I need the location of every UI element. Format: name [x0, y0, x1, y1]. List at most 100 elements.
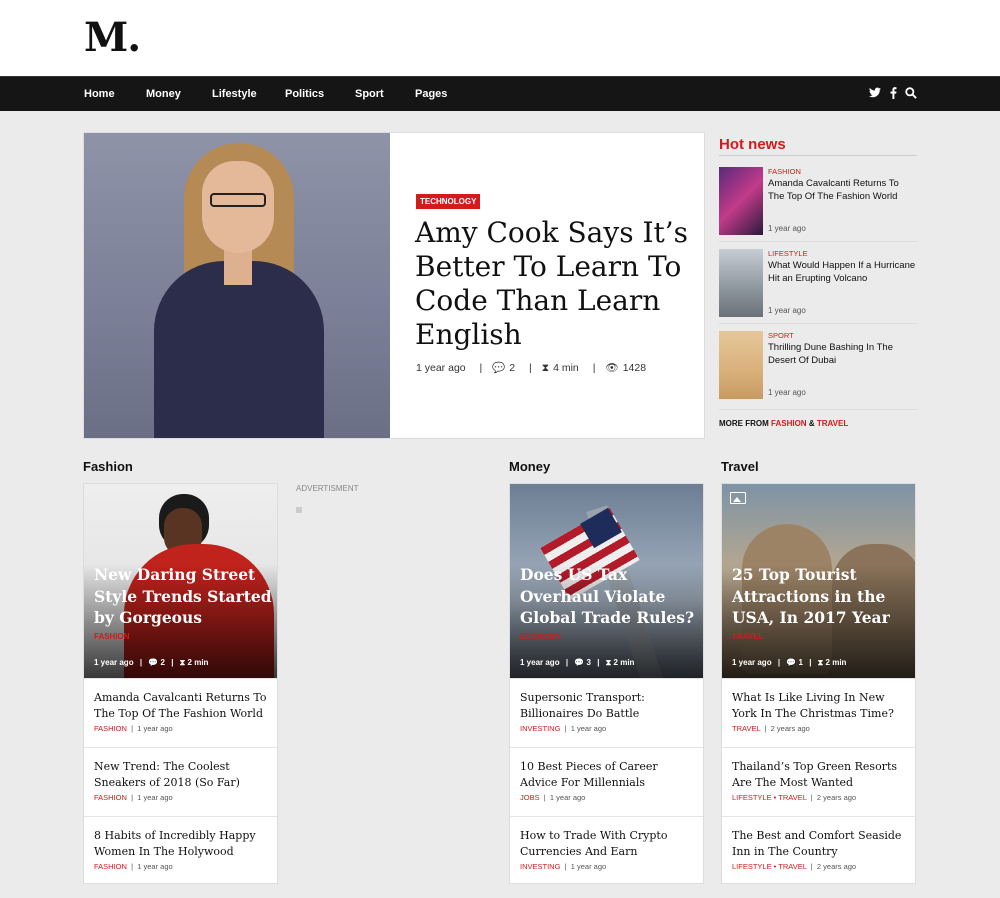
comment-icon: 💬 [148, 658, 159, 667]
hourglass-icon: ⧗ [179, 658, 186, 667]
category-badge[interactable]: TECHNOLOGY [416, 194, 481, 209]
list-time: 1 year ago [137, 724, 173, 733]
list-item[interactable]: What Is Like Living In New York In The C… [722, 678, 915, 746]
nav-pages[interactable]: Pages [415, 88, 447, 100]
image-icon [730, 492, 746, 504]
nav-sport[interactable]: Sport [355, 88, 384, 100]
site-logo[interactable]: M. [84, 14, 141, 61]
list-category[interactable]: TRAVEL [732, 724, 760, 733]
feature-read-time: 2 min [613, 658, 635, 667]
list-headline[interactable]: Thailand’s Top Green Resorts Are The Mos… [732, 759, 910, 791]
list-time: 2 years ago [816, 793, 857, 802]
section-card-fashion: New Daring Street Style Trends Started b… [83, 483, 278, 884]
feature-time: 1 year ago [94, 658, 134, 667]
section-title-money[interactable]: Money [509, 459, 550, 474]
nav-money[interactable]: Money [146, 88, 181, 100]
section-title-fashion[interactable]: Fashion [83, 459, 133, 474]
hourglass-icon: ⧗ [541, 362, 550, 374]
hot-news-item[interactable]: SPORT Thrilling Dune Bashing In The Dese… [719, 331, 917, 399]
list-category[interactable]: LIFESTYLE • TRAVEL [732, 862, 807, 871]
feature-headline[interactable]: 25 Top Tourist Attractions in the USA, I… [732, 564, 910, 629]
hot-news-time: 1 year ago [768, 388, 806, 397]
hero-image[interactable] [84, 133, 390, 438]
list-headline[interactable]: Amanda Cavalcanti Returns To The Top Of … [94, 690, 272, 722]
hot-news-category[interactable]: SPORT [768, 331, 794, 340]
feature-meta: 1 year ago | 💬 2 | ⧗ 2 min [94, 658, 209, 667]
list-category[interactable]: FASHION [94, 793, 127, 802]
list-time: 1 year ago [549, 793, 586, 802]
list-meta: INVESTING | 1 year ago [520, 724, 607, 733]
feature-category[interactable]: TRAVEL [732, 632, 763, 641]
feature-category[interactable]: ECONOMY [520, 632, 561, 641]
twitter-icon[interactable] [869, 87, 881, 101]
comment-icon: 💬 [492, 362, 506, 374]
more-from-fashion-link[interactable]: FASHION [771, 419, 807, 428]
feature-meta: 1 year ago | 💬 3 | ⧗ 2 min [520, 658, 635, 667]
list-time: 2 years ago [770, 724, 810, 733]
feature-category[interactable]: FASHION [94, 632, 130, 641]
advertisement-slot[interactable] [296, 507, 302, 513]
list-headline[interactable]: The Best and Comfort Seaside Inn in The … [732, 828, 910, 860]
feature-comments[interactable]: 2 [161, 658, 165, 667]
feature-read-time: 2 min [825, 658, 847, 667]
eye-icon: 👁 [605, 362, 619, 374]
hot-news-thumbnail[interactable] [719, 249, 763, 317]
list-headline[interactable]: How to Trade With Crypto Currencies And … [520, 828, 698, 860]
hourglass-icon: ⧗ [817, 658, 824, 667]
search-icon[interactable] [905, 87, 917, 102]
list-time: 1 year ago [137, 862, 173, 871]
list-item[interactable]: New Trend: The Coolest Sneakers of 2018 … [84, 747, 277, 815]
hot-news-headline[interactable]: Thrilling Dune Bashing In The Desert Of … [768, 342, 916, 367]
list-meta: LIFESTYLE • TRAVEL | 2 years ago [732, 793, 857, 802]
list-category[interactable]: JOBS [520, 793, 540, 802]
site-header: M. [0, 0, 1000, 76]
list-headline[interactable]: New Trend: The Coolest Sneakers of 2018 … [94, 759, 272, 791]
list-category[interactable]: INVESTING [520, 862, 560, 871]
list-headline[interactable]: 8 Habits of Incredibly Happy Women In Th… [94, 828, 272, 860]
facebook-icon[interactable] [890, 87, 897, 102]
list-headline[interactable]: What Is Like Living In New York In The C… [732, 690, 910, 722]
more-from-travel-link[interactable]: TRAVEL [817, 419, 848, 428]
hot-news-item[interactable]: FASHION Amanda Cavalcanti Returns To The… [719, 167, 917, 235]
list-meta: FASHION | 1 year ago [94, 862, 173, 871]
hot-news-category[interactable]: LIFESTYLE [768, 249, 808, 258]
list-headline[interactable]: 10 Best Pieces of Career Advice For Mill… [520, 759, 698, 791]
divider [719, 241, 917, 242]
hero-title[interactable]: Amy Cook Says It’s Better To Learn To Co… [415, 216, 695, 352]
list-item[interactable]: Thailand’s Top Green Resorts Are The Mos… [722, 747, 915, 815]
hero-time: 1 year ago [416, 362, 466, 374]
nav-politics[interactable]: Politics [285, 88, 324, 100]
list-meta: LIFESTYLE • TRAVEL | 2 years ago [732, 862, 857, 871]
list-category[interactable]: FASHION [94, 862, 127, 871]
section-title-travel[interactable]: Travel [721, 459, 759, 474]
feature-comments[interactable]: 1 [799, 658, 803, 667]
list-item[interactable]: The Best and Comfort Seaside Inn in The … [722, 816, 915, 884]
list-item[interactable]: Supersonic Transport: Billionaires Do Ba… [510, 678, 703, 746]
list-time: 1 year ago [570, 724, 607, 733]
hero-article[interactable]: TECHNOLOGY Amy Cook Says It’s Better To … [83, 132, 705, 439]
list-item[interactable]: 8 Habits of Incredibly Happy Women In Th… [84, 816, 277, 884]
list-category[interactable]: INVESTING [520, 724, 560, 733]
list-item[interactable]: Amanda Cavalcanti Returns To The Top Of … [84, 678, 277, 746]
list-headline[interactable]: Supersonic Transport: Billionaires Do Ba… [520, 690, 698, 722]
feature-headline[interactable]: Does US Tax Overhaul Violate Global Trad… [520, 564, 698, 629]
list-time: 2 years ago [816, 862, 857, 871]
nav-lifestyle[interactable]: Lifestyle [212, 88, 257, 100]
hot-news-headline[interactable]: What Would Happen If a Hurricane Hit an … [768, 260, 916, 285]
feature-comments[interactable]: 3 [587, 658, 591, 667]
list-category[interactable]: FASHION [94, 724, 127, 733]
feature-headline[interactable]: New Daring Street Style Trends Started b… [94, 564, 272, 629]
list-category[interactable]: LIFESTYLE • TRAVEL [732, 793, 807, 802]
list-meta: FASHION | 1 year ago [94, 724, 173, 733]
hot-news-item[interactable]: LIFESTYLE What Would Happen If a Hurrica… [719, 249, 917, 317]
hot-news-category[interactable]: FASHION [768, 167, 801, 176]
hot-news-thumbnail[interactable] [719, 167, 763, 235]
nav-home[interactable]: Home [84, 88, 115, 100]
list-item[interactable]: 10 Best Pieces of Career Advice For Mill… [510, 747, 703, 815]
hot-news-headline[interactable]: Amanda Cavalcanti Returns To The Top Of … [768, 178, 916, 203]
hero-comments[interactable]: 2 [509, 362, 515, 374]
hero-read-time: 4 min [553, 362, 579, 374]
list-item[interactable]: How to Trade With Crypto Currencies And … [510, 816, 703, 884]
hot-news-thumbnail[interactable] [719, 331, 763, 399]
hot-news-time: 1 year ago [768, 224, 806, 233]
